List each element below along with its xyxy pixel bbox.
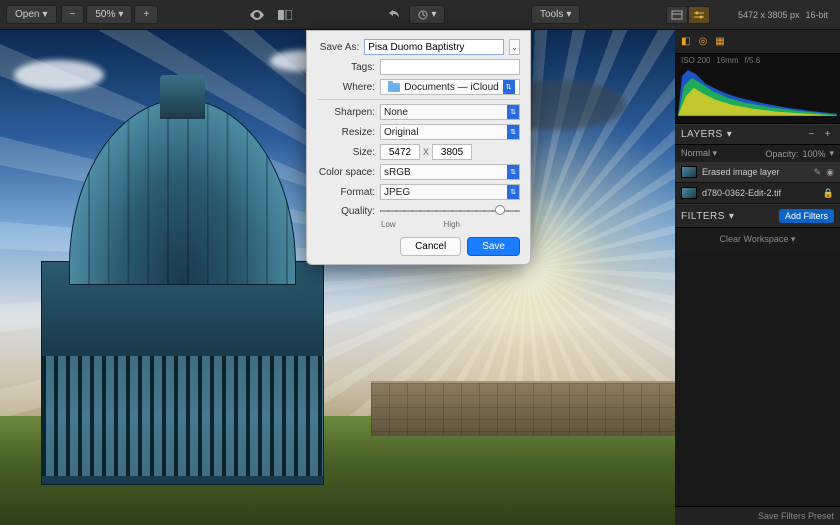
save-as-input[interactable] <box>364 39 504 55</box>
tags-input[interactable] <box>380 59 520 75</box>
tools-menu[interactable]: Tools▾ <box>531 5 580 24</box>
open-menu[interactable]: Open▾ <box>6 5 57 24</box>
updown-icon: ⇅ <box>503 80 515 94</box>
resize-label: Resize: <box>317 127 375 138</box>
size-label: Size: <box>317 147 375 158</box>
cancel-button[interactable]: Cancel <box>400 237 461 256</box>
blend-mode-value: Normal <box>681 148 710 158</box>
denoise-icon[interactable]: ▦ <box>715 36 724 47</box>
opacity-label: Opacity: <box>765 149 798 159</box>
zoom-controls: − 50% ▾ + <box>61 5 159 24</box>
layer-row-erased[interactable]: Erased image layer ✎ ◉ <box>675 162 840 183</box>
where-select[interactable]: Documents — iCloud ⇅ <box>380 79 520 95</box>
layers-title: LAYERS <box>681 129 723 140</box>
folder-icon <box>388 83 400 92</box>
meta-iso: ISO 200 <box>681 56 710 65</box>
clear-workspace-label: Clear Workspace <box>720 234 789 244</box>
chevron-down-icon: ▾ <box>829 148 834 159</box>
histogram[interactable]: ISO 200 16mm f/5.6 <box>675 54 840 124</box>
blend-mode-select[interactable]: Normal ▾ <box>681 148 717 159</box>
layer-name: Erased image layer <box>702 167 780 177</box>
colorspace-select[interactable]: sRGB ⇅ <box>380 164 520 180</box>
save-as-label: Save As: <box>317 42 359 53</box>
right-sidebar: ◧ ◎ ▦ ISO 200 16mm f/5.6 LAYERS ▾ − + No… <box>675 30 840 525</box>
chevron-down-icon: ▾ <box>42 9 47 20</box>
add-filters-button[interactable]: Add Filters <box>779 209 834 223</box>
size-height-input[interactable] <box>432 144 472 160</box>
sharpen-select[interactable]: None ⇅ <box>380 104 520 120</box>
layers-collapse-button[interactable]: − <box>805 129 817 140</box>
adjust-icon[interactable]: ◎ <box>698 36 707 47</box>
compare-icon[interactable] <box>272 7 298 23</box>
top-toolbar: Open▾ − 50% ▾ + ▾ Tools▾ 5472 x 3805 px … <box>0 0 840 30</box>
visibility-eye-icon[interactable]: ◉ <box>826 167 834 178</box>
size-inputs: X <box>380 144 472 160</box>
layer-row-file[interactable]: d780-0362-Edit-2.tif 🔒 <box>675 183 840 204</box>
preview-eye-icon[interactable] <box>244 7 270 23</box>
layers-add-button[interactable]: + <box>822 129 834 140</box>
updown-icon: ⇅ <box>507 185 519 199</box>
format-value: JPEG <box>384 187 410 198</box>
sidebar-tool-icons: ◧ ◎ ▦ <box>675 30 840 54</box>
sharpen-label: Sharpen: <box>317 107 375 118</box>
chevron-down-icon: ▾ <box>566 9 571 20</box>
colorspace-label: Color space: <box>317 167 375 178</box>
updown-icon: ⇅ <box>507 105 519 119</box>
filters-title: FILTERS <box>681 211 725 222</box>
panel-mode-presets[interactable] <box>666 6 688 24</box>
layer-options: Normal ▾ Opacity: 100% ▾ <box>675 145 840 162</box>
panel-mode-toggle <box>666 6 710 24</box>
updown-icon: ⇅ <box>507 125 519 139</box>
save-button[interactable]: Save <box>467 237 520 256</box>
where-value: Documents — iCloud <box>404 82 498 93</box>
layer-thumb-icon <box>681 166 697 178</box>
chevron-down-icon: ▾ <box>727 129 733 140</box>
zoom-in-button[interactable]: + <box>134 5 158 24</box>
image-dimensions: 5472 x 3805 px <box>738 10 800 20</box>
save-as-expand-button[interactable]: ⌄ <box>509 39 520 55</box>
colorspace-value: sRGB <box>384 167 411 178</box>
zoom-out-button[interactable]: − <box>61 5 85 24</box>
quality-low-label: Low <box>381 220 396 229</box>
chevron-down-icon: ▾ <box>729 211 735 222</box>
size-width-input[interactable] <box>380 144 420 160</box>
meta-focal: 16mm <box>716 56 738 65</box>
filters-header[interactable]: FILTERS ▾ Add Filters <box>675 204 840 228</box>
tags-label: Tags: <box>317 62 375 73</box>
format-select[interactable]: JPEG ⇅ <box>380 184 520 200</box>
save-filters-preset[interactable]: Save Filters Preset <box>675 506 840 525</box>
tools-label: Tools <box>540 9 563 20</box>
zoom-value: 50% <box>95 9 115 20</box>
opacity-value[interactable]: 100% <box>802 149 825 159</box>
crop-icon[interactable]: ◧ <box>681 36 690 47</box>
layer-thumb-icon <box>681 187 697 199</box>
chevron-down-icon: ▾ <box>431 9 436 20</box>
resize-select[interactable]: Original ⇅ <box>380 124 520 140</box>
brush-icon[interactable]: ✎ <box>814 167 822 178</box>
quality-knob[interactable] <box>495 205 505 215</box>
lock-icon[interactable]: 🔒 <box>823 188 834 199</box>
panel-mode-sliders[interactable] <box>688 6 710 24</box>
save-dialog: Save As: ⌄ Tags: Where: Documents — iClo… <box>306 30 531 265</box>
quality-label: Quality: <box>317 206 375 217</box>
resize-value: Original <box>384 127 418 138</box>
quality-slider[interactable] <box>380 204 520 218</box>
layers-header[interactable]: LAYERS ▾ − + <box>675 124 840 145</box>
updown-icon: ⇅ <box>507 165 519 179</box>
open-label: Open <box>15 9 39 20</box>
clear-workspace-button[interactable]: Clear Workspace ▾ <box>675 228 840 251</box>
format-label: Format: <box>317 187 375 198</box>
layer-name: d780-0362-Edit-2.tif <box>702 188 781 198</box>
undo-button[interactable] <box>383 7 407 23</box>
where-label: Where: <box>317 82 375 93</box>
quality-high-label: High <box>444 220 460 229</box>
zoom-level[interactable]: 50% ▾ <box>86 5 132 24</box>
sharpen-value: None <box>384 107 408 118</box>
image-bitdepth: 16-bit <box>806 10 829 20</box>
size-x: X <box>423 147 429 157</box>
meta-aperture: f/5.6 <box>745 56 761 65</box>
history-menu[interactable]: ▾ <box>409 5 445 24</box>
